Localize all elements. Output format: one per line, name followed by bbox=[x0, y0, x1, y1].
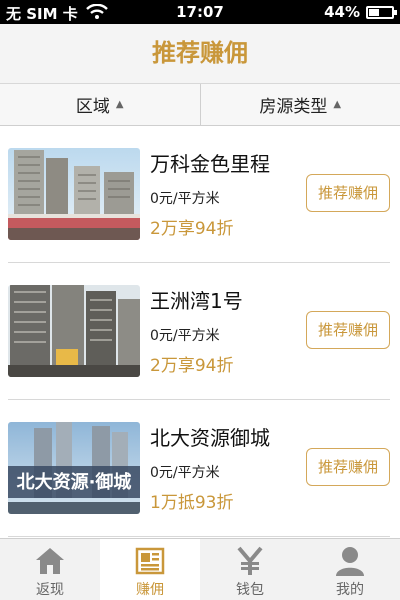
image-caption: 北大资源·御城 bbox=[17, 471, 132, 493]
divider bbox=[8, 536, 390, 537]
tab-label: 赚佣 bbox=[136, 582, 164, 598]
listing-name: 万科金色里程 bbox=[150, 152, 270, 176]
tab-bar: 返现 赚佣 钱包 我的 bbox=[0, 538, 400, 600]
tab-commission[interactable]: 赚佣 bbox=[100, 539, 200, 600]
filter-region-label: 区域 bbox=[75, 97, 110, 117]
listing-name: 王洲湾1号 bbox=[150, 289, 243, 313]
tab-label: 我的 bbox=[336, 582, 364, 598]
battery-fill bbox=[369, 9, 379, 16]
tab-label: 返现 bbox=[36, 582, 64, 598]
header: 推荐赚佣 bbox=[0, 24, 400, 84]
listing-item[interactable]: 王洲湾1号 0元/平方米 2万享94折 推荐赚佣 bbox=[0, 263, 400, 400]
listing-name: 北大资源御城 bbox=[150, 426, 270, 450]
listing-price: 0元/平方米 bbox=[150, 328, 220, 344]
yen-icon bbox=[234, 545, 266, 577]
battery-icon bbox=[366, 6, 397, 19]
caret-up-icon: ▲ bbox=[115, 99, 124, 110]
tab-cashback[interactable]: 返现 bbox=[0, 539, 100, 600]
status-bar: 无 SIM 卡 17:07 44% bbox=[0, 0, 400, 24]
newspaper-icon bbox=[134, 545, 166, 577]
building-photo: 北大资源·御城 bbox=[8, 422, 140, 514]
caret-up-icon: ▲ bbox=[333, 99, 342, 110]
page-title: 推荐赚佣 bbox=[152, 39, 248, 67]
tab-wallet[interactable]: 钱包 bbox=[200, 539, 300, 600]
recommend-button[interactable]: 推荐赚佣 bbox=[306, 174, 390, 212]
recommend-button[interactable]: 推荐赚佣 bbox=[306, 448, 390, 486]
listing-item[interactable]: 北大资源·御城 北大资源御城 0元/平方米 1万抵93折 推荐赚佣 bbox=[0, 400, 400, 537]
listing-price: 0元/平方米 bbox=[150, 191, 220, 207]
filter-property-type-button[interactable]: 房源类型 ▲ bbox=[199, 84, 400, 125]
listing-list: 万科金色里程 0元/平方米 2万享94折 推荐赚佣 王洲湾1号 0元/平方米 2… bbox=[0, 126, 400, 538]
building-photo bbox=[8, 148, 140, 240]
user-icon bbox=[334, 545, 366, 577]
listing-deal: 2万享94折 bbox=[150, 219, 234, 239]
tab-profile[interactable]: 我的 bbox=[300, 539, 400, 600]
building-photo bbox=[8, 285, 140, 377]
filter-property-type-label: 房源类型 bbox=[259, 97, 328, 117]
filter-bar: 区域 ▲ 房源类型 ▲ bbox=[0, 84, 400, 126]
tab-label: 钱包 bbox=[236, 582, 264, 598]
listing-item[interactable]: 万科金色里程 0元/平方米 2万享94折 推荐赚佣 bbox=[0, 126, 400, 263]
listing-deal: 1万抵93折 bbox=[150, 493, 234, 513]
battery-percent: 44% bbox=[324, 3, 360, 21]
listing-deal: 2万享94折 bbox=[150, 356, 234, 376]
home-icon bbox=[34, 545, 66, 577]
recommend-button[interactable]: 推荐赚佣 bbox=[306, 311, 390, 349]
filter-region-button[interactable]: 区域 ▲ bbox=[0, 84, 200, 125]
listing-price: 0元/平方米 bbox=[150, 465, 220, 481]
